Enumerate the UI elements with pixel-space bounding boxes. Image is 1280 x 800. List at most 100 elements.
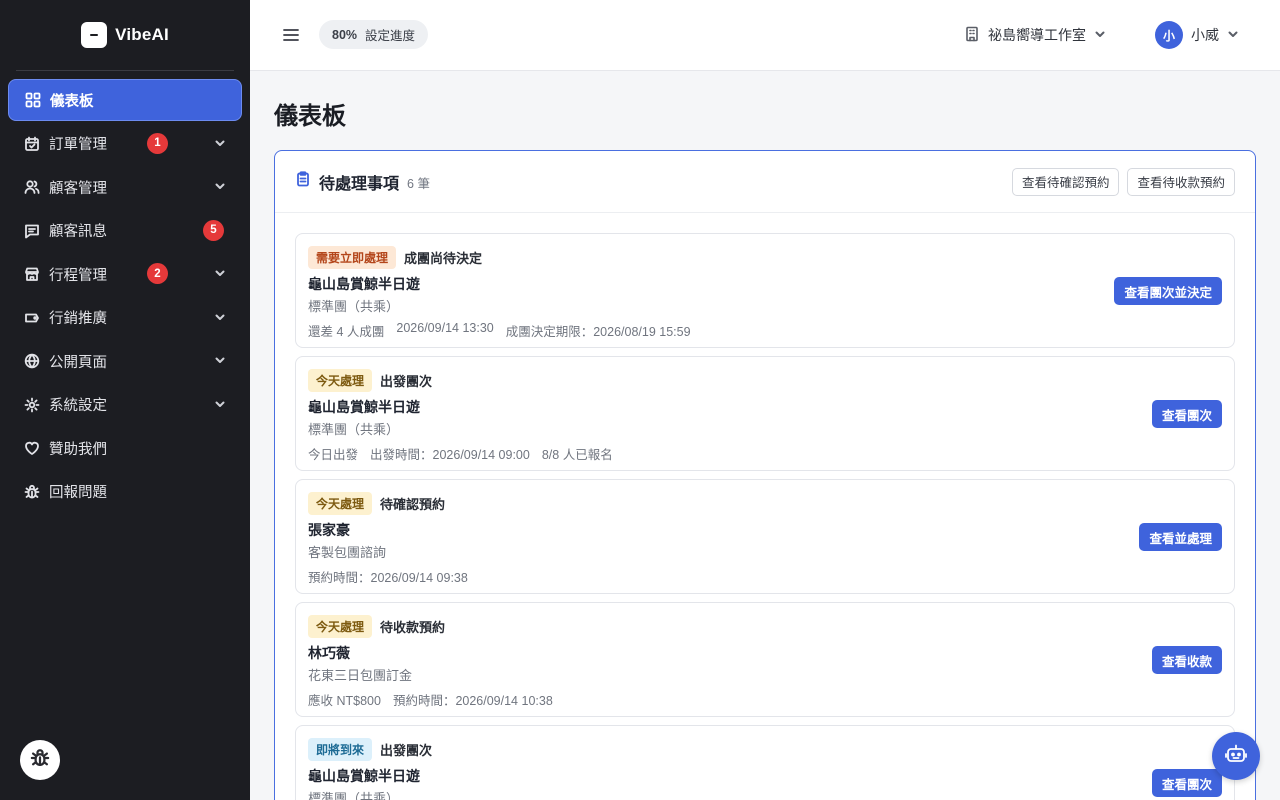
building-icon (964, 26, 980, 45)
priority-tag: 今天處理 (308, 614, 373, 638)
sidebar-item-label: 系統設定 (49, 398, 107, 414)
task-meta-item: 出發時間：2026/09/14 09:00 (370, 448, 530, 462)
task-type: 出發團次 (380, 742, 433, 758)
sidebar-item-label: 顧客訊息 (49, 224, 107, 240)
sidebar-item-label: 儀表板 (50, 93, 94, 110)
sidebar-item-label: 訂單管理 (49, 137, 107, 153)
task-name: 龜山島賞鯨半日遊 (308, 399, 420, 415)
chevron-down-icon (1094, 27, 1106, 43)
robot-icon (1224, 742, 1248, 771)
task-meta-item: 應收 NT$800 (308, 694, 381, 708)
sidebar: VibeAI 儀表板 訂單管理 1 顧客管理 顧客訊息 5 行程管理 2 行銷推… (0, 0, 250, 800)
sidebar-item-label: 回報問題 (49, 485, 107, 501)
sidebar-item-label: 行程管理 (49, 267, 107, 284)
task-card: 今天處理 待收款預約 林巧薇 花東三日包團訂金 應收 NT$800 預約時間：2… (295, 602, 1235, 717)
pending-tasks-panel: 待處理事項 6 筆 查看待確認預約 查看待收款預約 需要立即處理 成團尚待決定 … (274, 150, 1256, 800)
chevron-down-icon[interactable] (214, 354, 226, 366)
assistant-chat-button[interactable] (1212, 732, 1260, 780)
task-name: 張家豪 (308, 522, 350, 538)
task-type: 待收款預約 (380, 619, 446, 635)
task-meta-item: 成團決定期限：2026/08/19 15:59 (505, 325, 691, 339)
studio-name: 祕島嚮導工作室 (988, 27, 1086, 43)
task-meta: 今日出發 出發時間：2026/09/14 09:00 8/8 人已報名 (308, 444, 1222, 463)
task-subtitle: 花東三日包團訂金 (308, 668, 413, 683)
priority-tag: 需要立即處理 (308, 245, 397, 269)
clipboard-icon (295, 171, 311, 192)
task-type: 出發團次 (380, 373, 433, 389)
sidebar-item-tours[interactable]: 行程管理 2 (8, 253, 242, 295)
tours-count-badge: 2 (147, 263, 168, 284)
store-icon (24, 266, 40, 282)
heart-icon (24, 440, 40, 456)
panel-count: 6 筆 (407, 177, 430, 191)
chevron-down-icon[interactable] (214, 267, 226, 279)
setup-progress-label: 設定進度 (365, 29, 416, 43)
task-card: 需要立即處理 成團尚待決定 龜山島賞鯨半日遊 標準團（共乘） 還差 4 人成團 … (295, 233, 1235, 348)
globe-icon (24, 353, 40, 369)
sidebar-item-settings[interactable]: 系統設定 (8, 384, 242, 426)
user-name: 小威 (1191, 27, 1219, 43)
sidebar-item-dashboard[interactable]: 儀表板 (8, 79, 242, 121)
studio-switcher[interactable]: 祕島嚮導工作室 (964, 24, 1106, 46)
panel-header: 待處理事項 6 筆 查看待確認預約 查看待收款預約 (275, 151, 1255, 213)
priority-tag: 今天處理 (308, 491, 373, 515)
avatar: 小 (1155, 21, 1183, 49)
sidebar-nav: 儀表板 訂單管理 1 顧客管理 顧客訊息 5 行程管理 2 行銷推廣 公開頁面 … (0, 71, 250, 513)
task-meta-item: 今日出發 (308, 448, 359, 462)
sidebar-item-orders[interactable]: 訂單管理 1 (8, 123, 242, 165)
task-subtitle: 標準團（共乘） (308, 791, 400, 800)
chevron-down-icon[interactable] (214, 398, 226, 410)
dashboard-icon (25, 92, 41, 108)
task-subtitle: 標準團（共乘） (308, 299, 400, 314)
sidebar-item-marketing[interactable]: 行銷推廣 (8, 297, 242, 339)
task-meta-item: 預約時間：2026/09/14 09:38 (308, 571, 468, 585)
view-pending-payment-button[interactable]: 查看待收款預約 (1127, 167, 1235, 196)
task-meta: 應收 NT$800 預約時間：2026/09/14 10:38 (308, 690, 1222, 709)
brand[interactable]: VibeAI (0, 0, 250, 70)
task-type: 成團尚待決定 (404, 250, 483, 266)
task-action-button[interactable]: 查看並處理 (1139, 523, 1222, 551)
messages-count-badge: 5 (203, 219, 224, 241)
bug-icon (24, 484, 40, 500)
task-type: 待確認預約 (380, 496, 446, 512)
task-action-button[interactable]: 查看團次並決定 (1114, 277, 1222, 305)
report-bug-button[interactable] (20, 740, 60, 780)
user-menu[interactable]: 小 小威 (1155, 21, 1239, 49)
sidebar-item-sponsor[interactable]: 贊助我們 (8, 427, 242, 469)
chevron-down-icon (1227, 27, 1239, 43)
menu-toggle-button[interactable] (282, 26, 300, 44)
task-name: 龜山島賞鯨半日遊 (308, 768, 420, 784)
sidebar-item-messages[interactable]: 顧客訊息 5 (8, 210, 242, 252)
sidebar-item-report-issue[interactable]: 回報問題 (8, 471, 242, 513)
task-name: 林巧薇 (308, 645, 350, 661)
page-title: 儀表板 (274, 103, 346, 130)
task-meta: 還差 4 人成團 2026/09/14 13:30 成團決定期限：2026/08… (308, 321, 1222, 340)
sidebar-item-customers[interactable]: 顧客管理 (8, 166, 242, 208)
setup-progress-pill[interactable]: 80% 設定進度 (319, 20, 429, 49)
brand-logo-icon (81, 22, 108, 48)
task-card: 今天處理 待確認預約 張家豪 客製包團諮詢 預約時間：2026/09/14 09… (295, 479, 1235, 594)
task-action-button[interactable]: 查看團次 (1151, 769, 1222, 797)
priority-tag: 今天處理 (308, 368, 373, 392)
task-subtitle: 標準團（共乘） (308, 422, 400, 437)
setup-progress-percent: 80% (332, 27, 358, 42)
top-header: 80% 設定進度 祕島嚮導工作室 小 小威 (250, 0, 1280, 71)
task-list: 需要立即處理 成團尚待決定 龜山島賞鯨半日遊 標準團（共乘） 還差 4 人成團 … (275, 213, 1255, 800)
chevron-down-icon[interactable] (214, 311, 226, 323)
chevron-down-icon[interactable] (214, 137, 226, 149)
sidebar-item-label: 行銷推廣 (49, 311, 107, 327)
view-pending-confirmation-button[interactable]: 查看待確認預約 (1011, 167, 1120, 196)
orders-count-badge: 1 (147, 132, 168, 154)
sidebar-item-label: 贊助我們 (49, 441, 107, 458)
bug-icon (30, 748, 50, 773)
task-meta-item: 還差 4 人成團 (308, 325, 385, 339)
sidebar-item-public-pages[interactable]: 公開頁面 (8, 340, 242, 382)
brand-name: VibeAI (115, 25, 169, 44)
gear-icon (24, 397, 40, 413)
task-action-button[interactable]: 查看團次 (1151, 400, 1222, 428)
task-action-button[interactable]: 查看收款 (1151, 646, 1222, 674)
panel-actions: 查看待確認預約 查看待收款預約 (1011, 167, 1235, 196)
tag-icon (24, 310, 40, 326)
sidebar-item-label: 公開頁面 (49, 354, 107, 371)
chevron-down-icon[interactable] (214, 180, 226, 192)
